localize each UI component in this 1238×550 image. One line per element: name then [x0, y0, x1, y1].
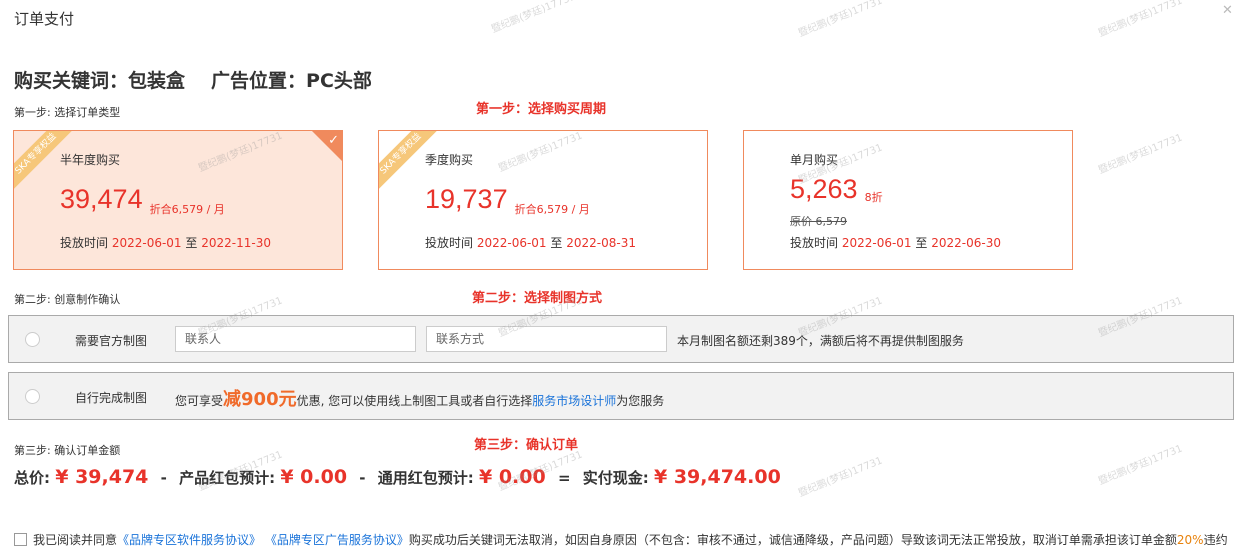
- period-label: 投放时间: [790, 236, 842, 250]
- period-end: 2022-08-31: [566, 236, 636, 250]
- period-sep: 至: [911, 236, 932, 250]
- option-self-design: 自行完成制图 您可享受减900元优惠, 您可以使用线上制图工具或者自行选择服务市…: [8, 372, 1234, 420]
- plan-period: 投放时间 2022-06-01 至 2022-06-30: [790, 234, 1001, 251]
- contact-name-input[interactable]: [175, 326, 416, 352]
- page-heading: 购买关键词：包装盒 广告位置：PC头部: [14, 66, 372, 93]
- watermark: 暨纪鹏(梦廷)17731: [1096, 132, 1185, 177]
- annotation-step2: 第二步：选择制图方式: [472, 291, 603, 306]
- agreement-line: 我已阅读并同意《品牌专区软件服务协议》 《品牌专区广告服务协议》购买成功后关键词…: [14, 531, 1228, 548]
- plan-period: 投放时间 2022-06-01 至 2022-08-31: [425, 234, 636, 251]
- period-start: 2022-06-01: [111, 236, 182, 250]
- official-design-label: 需要官方制图: [75, 334, 148, 348]
- general-coupon-label: 通用红包预计:: [377, 469, 474, 487]
- annotation-step1: 第一步：选择购买周期: [476, 102, 607, 117]
- watermark: 暨纪鹏(梦廷)17731: [796, 0, 885, 40]
- total-value: ¥ 39,474: [55, 466, 149, 488]
- equals-sign: =: [557, 469, 571, 487]
- period-label: 投放时间: [60, 236, 112, 250]
- agreement-text: 购买成功后关键词无法取消，如因自身原因（不包含：审核不通过，诚信通降级，产品问题…: [408, 533, 1177, 547]
- order-totals: 总价: ¥ 39,474 - 产品红包预计: ¥ 0.00 - 通用红包预计: …: [14, 466, 781, 488]
- watermark: 暨纪鹏(梦廷)17731: [489, 0, 578, 36]
- self-design-label: 自行完成制图: [75, 391, 148, 405]
- step1-label: 第一步: 选择订单类型: [14, 106, 121, 119]
- contact-phone-input[interactable]: [426, 326, 667, 352]
- product-coupon-value: ¥ 0.00: [280, 466, 348, 488]
- cash-value: ¥ 39,474.00: [653, 466, 781, 488]
- plan-discount: 8折: [864, 191, 883, 204]
- agreement-checkbox[interactable]: [14, 533, 27, 546]
- minus-sign: -: [160, 469, 167, 487]
- plan-period: 投放时间 2022-06-01 至 2022-11-30: [60, 234, 271, 251]
- product-coupon-label: 产品红包预计:: [179, 469, 276, 487]
- plan-card-half-year[interactable]: SKA专享权益 ✓ 半年度购买 39,474 折合6,579 / 月 投放时间 …: [13, 130, 343, 270]
- plan-title: 单月购买: [790, 153, 839, 167]
- period-sep: 至: [181, 236, 202, 250]
- position-label: 广告位置：PC头部: [211, 70, 372, 92]
- plan-price: 39,474: [60, 184, 143, 214]
- step2-label: 第二步: 创意制作确认: [14, 293, 121, 306]
- official-design-radio[interactable]: [25, 332, 40, 347]
- period-end: 2022-06-30: [931, 236, 1001, 250]
- step3-label: 第三步: 确认订单金额: [14, 444, 121, 457]
- plan-original-price: 原价 6,579: [790, 215, 847, 228]
- minus-sign: -: [359, 469, 366, 487]
- designer-market-link[interactable]: 服务市场设计师: [532, 394, 616, 408]
- promo-prefix: 您可享受: [175, 394, 224, 408]
- self-design-promo: 您可享受减900元优惠, 您可以使用线上制图工具或者自行选择服务市场设计师为您服…: [175, 385, 664, 411]
- check-icon: ✓: [328, 133, 339, 148]
- agreement-suffix: 违约: [1203, 533, 1228, 547]
- plan-card-month[interactable]: 单月购买 5,263 8折 原价 6,579 投放时间 2022-06-01 至…: [743, 130, 1073, 270]
- agreement-prefix: 我已阅读并同意: [33, 533, 118, 547]
- watermark: 暨纪鹏(梦廷)17731: [1096, 0, 1185, 40]
- plan-card-quarter[interactable]: SKA专享权益 季度购买 19,737 折合6,579 / 月 投放时间 202…: [378, 130, 708, 270]
- general-coupon-value: ¥ 0.00: [478, 466, 546, 488]
- option-official-design: 需要官方制图 本月制图名额还剩389个，满额后将不再提供制图服务: [8, 315, 1234, 363]
- plan-price: 5,263: [790, 174, 858, 204]
- cash-label: 实付现金:: [582, 469, 649, 487]
- period-label: 投放时间: [425, 236, 477, 250]
- dialog-title: 订单支付: [14, 10, 75, 28]
- watermark: 暨纪鹏(梦廷)17731: [1096, 443, 1185, 488]
- keyword-label: 购买关键词：包装盒: [14, 70, 186, 92]
- plan-price: 19,737: [425, 184, 508, 214]
- plan-monthly: 折合6,579 / 月: [514, 203, 590, 216]
- plan-monthly: 折合6,579 / 月: [149, 203, 225, 216]
- promo-amount: 减900元: [223, 389, 297, 410]
- watermark: 暨纪鹏(梦廷)17731: [796, 455, 885, 500]
- penalty-percent: 20%: [1176, 533, 1204, 547]
- period-start: 2022-06-01: [476, 236, 547, 250]
- period-end: 2022-11-30: [201, 236, 271, 250]
- annotation-step3: 第三步：确认订单: [474, 438, 579, 453]
- period-sep: 至: [546, 236, 567, 250]
- ad-agreement-link[interactable]: 《品牌专区广告服务协议》: [265, 533, 409, 547]
- promo-suffix: 为您服务: [616, 394, 665, 408]
- plan-title: 半年度购买: [60, 153, 121, 167]
- close-icon[interactable]: ✕: [1222, 4, 1236, 18]
- design-quota-note: 本月制图名额还剩389个，满额后将不再提供制图服务: [677, 334, 964, 348]
- total-label: 总价:: [14, 469, 50, 487]
- plan-title: 季度购买: [425, 153, 474, 167]
- period-start: 2022-06-01: [841, 236, 912, 250]
- software-agreement-link[interactable]: 《品牌专区软件服务协议》: [117, 533, 261, 547]
- promo-middle: 优惠, 您可以使用线上制图工具或者自行选择: [296, 394, 533, 408]
- self-design-radio[interactable]: [25, 389, 40, 404]
